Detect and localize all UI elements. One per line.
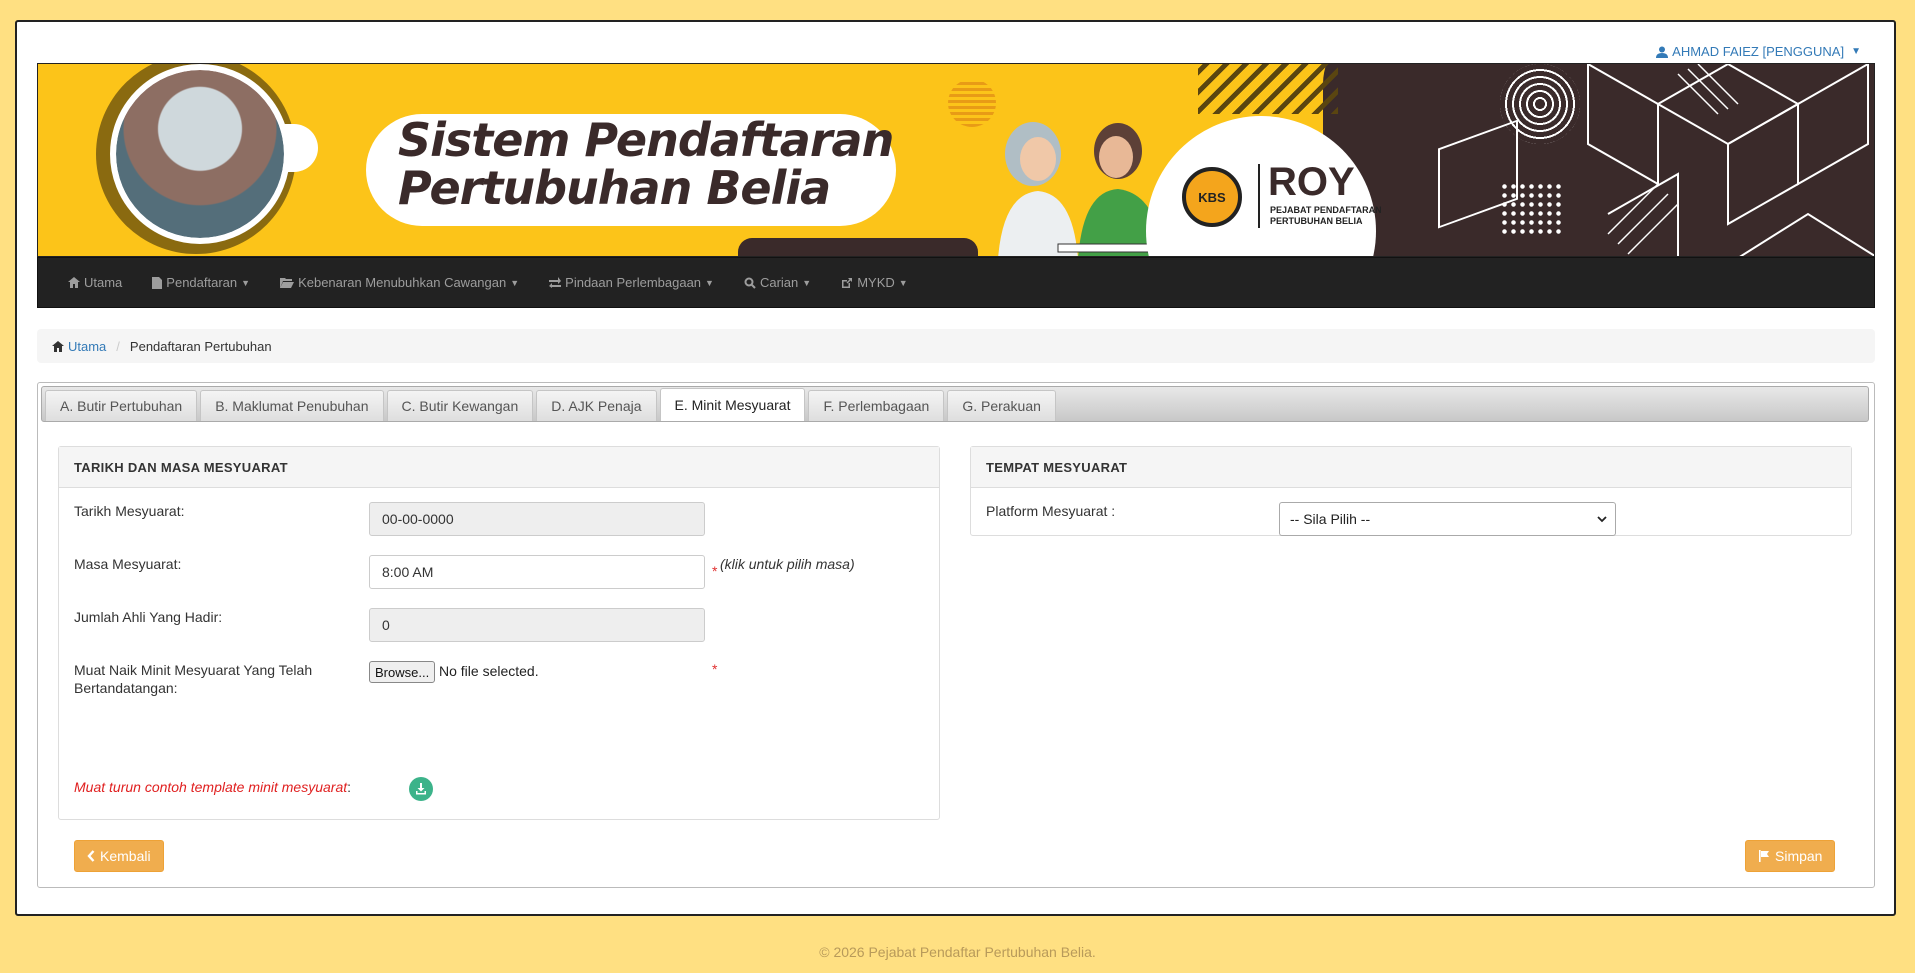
logo-separator [1258,164,1260,228]
caret-down-icon: ▼ [705,277,714,288]
tempat-mesyuarat-box: TEMPAT MESYUARAT Platform Mesyuarat : --… [970,446,1852,536]
muat-naik-label: Muat Naik Minit Mesyuarat Yang Telah Ber… [74,662,313,696]
banner-deco-dots [1500,182,1562,238]
caret-down-icon: ▼ [898,277,908,288]
banner-deco-dark [738,238,978,256]
banner-deco-stripes [1198,64,1338,114]
folder-open-icon [280,278,295,288]
tab-perlembagaan[interactable]: F. Perlembagaan [808,390,945,421]
tarikh-label: Tarikh Mesyuarat: [74,503,185,519]
search-icon [744,277,756,289]
banner-title-line2: Pertubuhan Belia [398,161,831,215]
header-banner: Sistem Pendaftaran Pertubuhan Belia KBS … [37,63,1875,257]
nav-mykd[interactable]: MYKD ▼ [841,275,908,290]
roy-logo-subtitle: PEJABAT PENDAFTARAN PERTUBUHAN BELIA [1270,205,1382,226]
main-navbar: Utama Pendaftaran ▼ Kebenaran Menubuhkan… [37,257,1875,308]
file-status: No file selected. [439,663,539,679]
masa-field[interactable]: 8:00 AM [369,555,705,589]
jumlah-label: Jumlah Ahli Yang Hadir: [74,609,223,625]
file-icon [152,276,163,289]
breadcrumb-separator: / [116,338,120,354]
tab-perakuan[interactable]: G. Perakuan [947,390,1056,421]
caret-down-icon: ▼ [241,277,251,288]
platform-select[interactable]: -- Sila Pilih -- [1279,502,1616,536]
nav-pindaan-perlembagaan[interactable]: Pindaan Perlembagaan ▼ [549,275,714,290]
tarikh-field[interactable]: 00-00-0000 [369,502,705,536]
download-icon [416,783,426,795]
home-icon [52,340,64,352]
download-template-text: Muat turun contoh template minit mesyuar… [74,779,352,795]
roy-logo-text: ROY [1268,160,1355,204]
nav-utama[interactable]: Utama [68,275,122,290]
platform-label: Platform Mesyuarat : [986,503,1116,519]
chevron-down-icon [1597,516,1607,523]
tab-butir-pertubuhan[interactable]: A. Butir Pertubuhan [45,390,198,421]
download-template-icon[interactable] [409,777,433,801]
user-menu[interactable]: AHMAD FAIEZ [PENGGUNA] ▼ [1656,44,1861,59]
transfer-icon [549,277,562,288]
kbs-logo: KBS [1182,167,1242,227]
masa-required-mark: * [712,563,718,579]
form-panel: A. Butir Pertubuhan B. Maklumat Penubuha… [37,382,1875,888]
caret-down-icon: ▼ [802,277,812,288]
tempat-mesyuarat-heading: TEMPAT MESYUARAT [971,447,1851,488]
user-icon [1656,46,1669,58]
tab-maklumat-penubuhan[interactable]: B. Maklumat Penubuhan [200,390,384,421]
caret-down-icon: ▼ [1851,46,1861,57]
form-tabs: A. Butir Pertubuhan B. Maklumat Penubuha… [41,386,1869,422]
breadcrumb: Utama / Pendaftaran Pertubuhan [37,329,1875,363]
home-icon [68,277,80,288]
caret-down-icon: ▼ [510,277,520,288]
footer-copyright: © 2026 Pejabat Pendaftar Pertubuhan Beli… [819,944,1096,960]
user-name: AHMAD FAIEZ [PENGGUNA] [1672,44,1845,59]
page-frame: AHMAD FAIEZ [PENGGUNA] ▼ Sistem Pendafta… [15,20,1896,916]
tab-butir-kewangan[interactable]: C. Butir Kewangan [386,390,534,421]
simpan-button[interactable]: Simpan [1745,840,1836,872]
tarikh-masa-box: TARIKH DAN MASA MESYUARAT Tarikh Mesyuar… [58,446,940,820]
kembali-button[interactable]: Kembali [74,840,164,872]
masa-label: Masa Mesyuarat: [74,556,182,572]
banner-deco-geometry [1587,64,1874,256]
tab-minit-mesyuarat[interactable]: E. Minit Mesyuarat [659,388,806,421]
tarikh-masa-heading: TARIKH DAN MASA MESYUARAT [59,447,939,488]
external-link-icon [842,277,853,288]
masa-hint: (klik untuk pilih masa) [720,556,855,572]
breadcrumb-home-link[interactable]: Utama [52,339,106,354]
browse-button[interactable]: Browse... [369,661,436,683]
flag-icon [1759,850,1769,862]
nav-carian[interactable]: Carian ▼ [744,275,811,290]
breadcrumb-current: Pendaftaran Pertubuhan [129,338,272,354]
banner-title: Sistem Pendaftaran Pertubuhan Belia [398,113,894,215]
banner-group-photo [110,64,290,244]
nav-pendaftaran[interactable]: Pendaftaran ▼ [152,275,250,290]
banner-title-line1: Sistem Pendaftaran [398,113,894,167]
nav-kebenaran-cawangan[interactable]: Kebenaran Menubuhkan Cawangan ▼ [280,275,519,290]
muat-naik-required-mark: * [712,661,718,677]
tab-ajk-penaja[interactable]: D. AJK Penaja [536,390,657,421]
chevron-left-icon [87,850,95,862]
jumlah-field[interactable]: 0 [369,608,705,642]
